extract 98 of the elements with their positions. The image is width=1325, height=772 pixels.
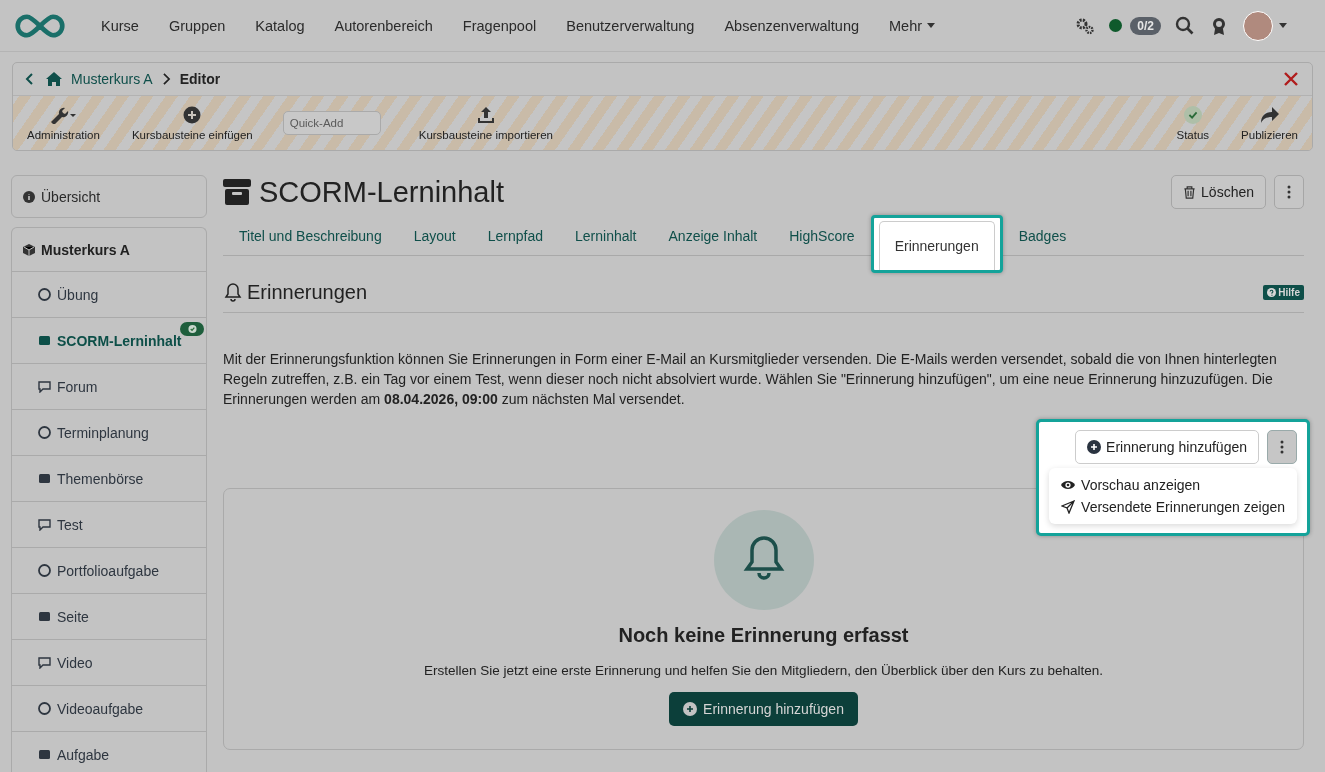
course-node[interactable]: Portfolioaufgabe — [12, 548, 206, 594]
avatar[interactable] — [1243, 10, 1273, 41]
node-icon — [38, 288, 51, 301]
add-reminder-button[interactable]: Erinnerung hinzufügen — [1075, 430, 1259, 464]
tab[interactable]: Titel und Beschreibung — [223, 217, 398, 255]
node-icon — [38, 426, 51, 439]
menu-item[interactable]: Vorschau anzeigen — [1049, 474, 1297, 496]
menu-item[interactable]: Versendete Erinnerungen zeigen — [1049, 496, 1297, 518]
tab[interactable]: Layout — [397, 217, 472, 255]
counter-badge[interactable]: 0/2 — [1130, 16, 1161, 35]
plus-circle-icon — [683, 702, 698, 716]
node-label: Forum — [57, 378, 98, 395]
nav-link[interactable]: Mehr — [874, 17, 951, 34]
help-button[interactable]: Hilfe — [1263, 284, 1304, 300]
course-node[interactable]: SCORM-Lerninhalt — [12, 318, 206, 364]
tab[interactable]: Lerninhalt — [559, 217, 653, 255]
empty-state-title: Noch keine Erinnerung erfasst — [618, 624, 909, 647]
add-reminder-button[interactable]: Erinnerung hinzufügen — [669, 692, 858, 726]
toolbar-button[interactable]: Kursbausteine einfügen — [129, 103, 255, 143]
logo-icon[interactable] — [14, 12, 66, 39]
course-node[interactable]: Musterkurs A — [12, 228, 206, 272]
check-circle-icon — [1183, 105, 1202, 124]
node-label: Seite — [57, 608, 89, 625]
node-icon — [38, 748, 51, 761]
cube-icon — [23, 243, 35, 256]
eye-icon — [1061, 478, 1076, 492]
help-icon — [1267, 287, 1277, 297]
toolbar-button[interactable]: Kursbausteine importieren — [416, 103, 555, 143]
course-title: Musterkurs A — [41, 241, 130, 258]
trash-icon — [1183, 185, 1197, 199]
breadcrumb-current: Editor — [179, 71, 221, 87]
course-node[interactable]: Video — [12, 640, 206, 686]
node-icon — [38, 610, 51, 623]
nav-link[interactable]: Gruppen — [153, 17, 241, 34]
chevron-icon — [161, 73, 171, 85]
course-node[interactable]: Videoaufgabe — [12, 686, 206, 732]
description-text: Mit der Erinnerungsfunktion können Sie Erinnerungen in Form einer E-Mail an Kursmitglieder versenden. Die E-Mails werden versendet, sobald die von Ihnen hinterlegten Regeln zutreffen, z.B. ein Tag vor einem Test, wenn dieser noch nicht absolviert wurde. Wählen Sie "Erinnerung hinzufügen", um eine neue Erinnerung hinzuzufügen. Die Erinnerungen werden am 08.04.2026, 09:00 zum nächsten Mal versendet. — [223, 350, 1278, 409]
page-title: SCORM-Lerninhalt — [259, 175, 504, 209]
node-label: Aufgabe — [57, 746, 110, 763]
archive-icon — [223, 179, 251, 205]
tab[interactable]: HighScore — [773, 217, 871, 255]
tab[interactable]: Lernpfad — [471, 217, 559, 255]
nav-link[interactable]: Kurse — [86, 17, 154, 34]
kebab-icon — [1280, 440, 1284, 454]
bell-icon — [223, 282, 243, 302]
info-icon — [23, 190, 35, 203]
caret-icon[interactable] — [1279, 23, 1287, 28]
node-label: Portfolioaufgabe — [57, 562, 159, 579]
more-button[interactable] — [1267, 430, 1297, 464]
node-label: Video — [57, 654, 93, 671]
node-label: Terminplanung — [57, 424, 149, 441]
paper-plane-icon — [1061, 500, 1076, 514]
close-icon[interactable] — [1284, 72, 1298, 86]
bell-icon — [713, 510, 814, 610]
node-icon — [38, 334, 51, 347]
kebab-icon — [1287, 185, 1291, 199]
node-label: Test — [57, 516, 83, 533]
node-label: Übung — [57, 286, 99, 303]
search-icon[interactable] — [1175, 15, 1195, 36]
node-icon — [38, 656, 51, 669]
course-node[interactable]: Test — [12, 502, 206, 548]
node-icon — [38, 380, 51, 393]
node-label: Themenbörse — [57, 470, 144, 487]
node-icon — [38, 472, 51, 485]
plus-circle-icon — [183, 105, 202, 124]
breadcrumb-link[interactable]: Musterkurs A — [71, 71, 153, 87]
toolbar-button[interactable]: Publizieren — [1239, 103, 1300, 143]
home-icon[interactable] — [46, 71, 62, 87]
quick-add-field[interactable]: Quick-Add — [282, 111, 381, 135]
tab[interactable]: Badges — [1002, 217, 1083, 255]
node-icon — [38, 702, 51, 715]
overview-label: Übersicht — [41, 188, 101, 205]
nav-link[interactable]: Fragenpool — [447, 17, 552, 34]
node-icon — [38, 518, 51, 531]
delete-button[interactable]: Löschen — [1171, 175, 1266, 209]
course-node[interactable]: Themenbörse — [12, 456, 206, 502]
section-title: Erinnerungen — [247, 280, 368, 304]
plus-circle-icon — [1087, 440, 1102, 454]
nav-link[interactable]: Katalog — [240, 17, 320, 34]
node-label: SCORM-Lerninhalt — [57, 332, 182, 349]
nav-link[interactable]: Autorenbereich — [319, 17, 448, 34]
course-node[interactable]: Terminplanung — [12, 410, 206, 456]
overview-link[interactable]: Übersicht — [11, 175, 207, 218]
course-node[interactable]: Übung — [12, 272, 206, 318]
empty-state-text: Erstellen Sie jetzt eine erste Erinnerung und helfen Sie den Mitgliedern, den Überblick über den Kurs zu behalten. — [423, 663, 1104, 678]
node-label: Videoaufgabe — [57, 700, 144, 717]
course-node[interactable]: Seite — [12, 594, 206, 640]
tab[interactable]: Anzeige Inhalt — [652, 217, 774, 255]
node-icon — [38, 564, 51, 577]
course-node[interactable]: Forum — [12, 364, 206, 410]
nav-link[interactable]: Benutzerverwaltung — [551, 17, 710, 34]
toolbar-button[interactable]: Status — [1174, 103, 1212, 143]
course-node[interactable]: Aufgabe — [12, 732, 206, 772]
tab[interactable]: Erinnerungen — [878, 221, 995, 270]
share-arrow-icon — [1259, 105, 1280, 124]
toolbar-button[interactable]: Administration — [25, 103, 102, 143]
nav-link[interactable]: Absenzenverwaltung — [709, 17, 874, 34]
upload-icon — [475, 105, 496, 124]
